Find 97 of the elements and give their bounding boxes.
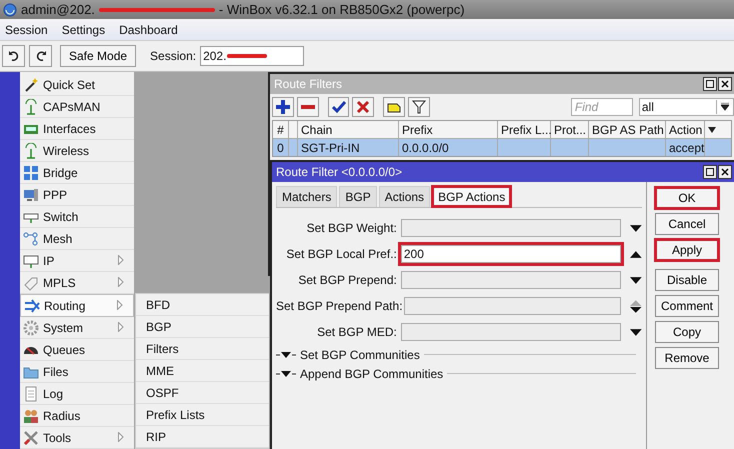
input-field[interactable] — [400, 219, 622, 237]
section-header[interactable]: Set BGP Communities — [300, 348, 420, 362]
column-header[interactable]: Chain — [298, 121, 399, 138]
dialog-button[interactable]: Comment — [655, 295, 719, 317]
column-header[interactable]: Prot... — [551, 121, 589, 138]
submenu-item[interactable]: Prefix Lists — [136, 404, 269, 426]
sidebar-item[interactable]: Radius — [20, 405, 134, 427]
column-header[interactable]: Prefix L... — [498, 121, 551, 138]
table-cell: SGT-Pri-IN — [298, 139, 399, 156]
sidebar-item[interactable]: Switch — [20, 206, 134, 228]
antenna-icon — [23, 98, 39, 114]
section-header[interactable]: Append BGP Communities — [300, 366, 444, 380]
find-field[interactable]: Find — [570, 98, 633, 116]
column-header[interactable]: BGP AS Path — [589, 121, 666, 138]
column-header[interactable]: # — [273, 121, 289, 138]
sidebar-item[interactable]: IP — [20, 250, 134, 272]
dialog-button[interactable]: Apply — [655, 239, 719, 261]
globe-icon — [3, 2, 17, 16]
dropdown-arrow-icon — [721, 103, 729, 111]
dialog-button[interactable]: Remove — [655, 347, 719, 369]
up-down-arrow-icon[interactable] — [630, 300, 642, 312]
field-label: Set BGP Prepend Path: — [276, 299, 404, 313]
safe-mode-button[interactable]: Safe Mode — [60, 45, 136, 67]
tab[interactable]: BGP Actions — [432, 186, 512, 207]
maximize-icon[interactable] — [703, 77, 717, 91]
redo-icon[interactable] — [29, 45, 52, 67]
tab[interactable]: Actions — [378, 186, 430, 207]
expand-arrow-icon[interactable] — [276, 370, 296, 376]
window-title: admin@202. — [21, 2, 95, 17]
dialog-button[interactable]: Copy — [655, 321, 719, 343]
wand-icon — [23, 76, 39, 92]
sidebar-item[interactable]: Routing — [20, 294, 134, 317]
table-cell: 0.0.0.0/0 — [399, 139, 498, 156]
session-label: Session: — [150, 49, 196, 63]
sidebar-item[interactable]: PPP — [20, 184, 134, 206]
add-icon[interactable] — [272, 97, 294, 117]
sidebar-item[interactable]: System — [20, 317, 134, 339]
down-arrow-icon[interactable] — [630, 276, 642, 284]
window-title: - WinBox v6.32.1 on RB850Gx2 (powerpc) — [218, 2, 465, 17]
menu-item[interactable]: Session — [5, 22, 48, 36]
dialog-button[interactable]: Cancel — [655, 213, 719, 235]
sidebar-item[interactable]: Files — [20, 361, 134, 383]
input-field[interactable] — [400, 271, 622, 289]
submenu-item[interactable]: MME — [136, 360, 269, 382]
sidebar-item[interactable]: Log — [20, 383, 134, 405]
menu-item[interactable]: Dashboard — [119, 22, 178, 36]
input-field[interactable]: 200 — [400, 245, 622, 263]
menu-item[interactable]: Settings — [62, 22, 106, 36]
input-field[interactable] — [400, 323, 622, 341]
sidebar-item[interactable]: Bridge — [20, 162, 134, 184]
dialog-button[interactable]: OK — [655, 187, 719, 209]
dialog-button[interactable]: Disable — [655, 269, 719, 291]
submenu-item[interactable]: RIP — [136, 426, 269, 448]
submenu-item[interactable]: BFD — [136, 294, 269, 316]
check-icon[interactable] — [328, 97, 350, 117]
antenna-icon — [23, 142, 39, 158]
table-cell: 0 — [273, 139, 289, 156]
tab[interactable]: BGP — [339, 186, 377, 207]
dialog-title: Route Filter <0.0.0.0/0> — [276, 165, 402, 179]
redaction-mark — [227, 54, 268, 58]
tags-icon — [23, 274, 39, 290]
column-header[interactable]: Action — [666, 121, 705, 138]
sidebar-item[interactable]: Tools — [20, 427, 134, 449]
undo-icon[interactable] — [2, 45, 25, 67]
expand-arrow-icon[interactable] — [276, 352, 296, 358]
up-arrow-icon[interactable] — [630, 250, 642, 258]
column-header[interactable]: Prefix — [399, 121, 498, 138]
nodes-icon — [23, 230, 39, 246]
gear-icon — [23, 320, 39, 336]
cross-icon[interactable] — [352, 97, 374, 117]
sidebar-item[interactable]: Interfaces — [20, 118, 134, 140]
submenu-item[interactable]: Filters — [136, 338, 269, 360]
table-cell: accept — [666, 139, 705, 156]
input-field[interactable] — [404, 297, 622, 315]
filter-icon[interactable] — [408, 97, 430, 117]
people-icon — [23, 408, 39, 424]
close-icon[interactable] — [718, 165, 732, 179]
submenu-item[interactable]: OSPF — [136, 382, 269, 404]
field-label: Set BGP Prepend: — [297, 273, 398, 287]
tab[interactable]: Matchers — [276, 186, 338, 207]
note-icon[interactable] — [383, 97, 406, 117]
remove-icon[interactable] — [296, 97, 319, 117]
field-label: Set BGP MED: — [316, 325, 398, 339]
maximize-icon[interactable] — [703, 165, 717, 179]
field-label: Set BGP Weight: — [306, 221, 398, 235]
document-icon — [23, 386, 39, 402]
filter-dropdown[interactable]: all — [638, 98, 734, 116]
computer-icon — [23, 186, 39, 202]
submenu-item[interactable]: BGP — [136, 316, 269, 338]
field-label: Set BGP Local Pref.: — [285, 247, 398, 261]
tools-icon — [23, 430, 39, 446]
down-arrow-icon[interactable] — [630, 328, 642, 336]
window-title: Route Filters — [274, 77, 342, 91]
table-row[interactable]: 0 SGT-Pri-IN 0.0.0.0/0 accept — [273, 139, 731, 156]
close-icon[interactable] — [718, 77, 732, 91]
down-arrow-icon[interactable] — [630, 224, 642, 232]
session-field[interactable]: 202. — [200, 46, 304, 66]
